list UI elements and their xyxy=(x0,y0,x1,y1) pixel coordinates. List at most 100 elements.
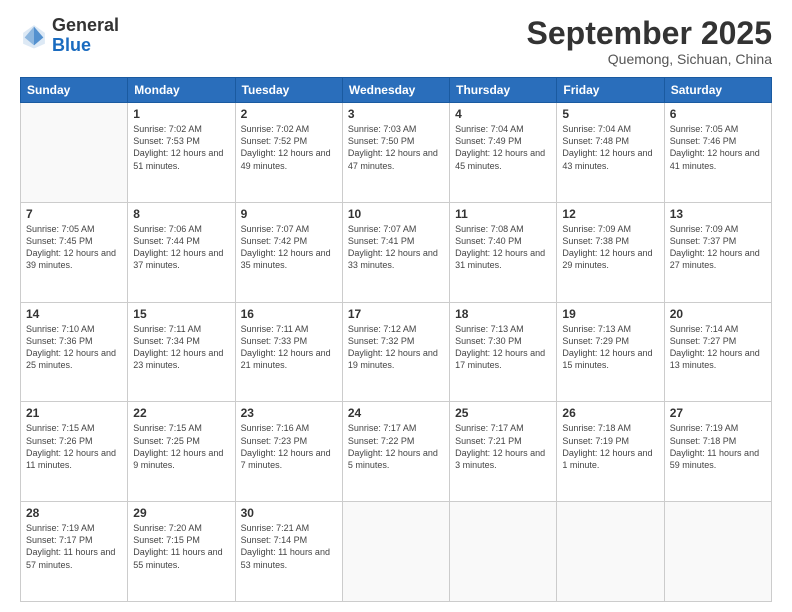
table-row: 12 Sunrise: 7:09 AMSunset: 7:38 PMDayligh… xyxy=(557,202,664,302)
day-number: 18 xyxy=(455,307,551,321)
day-info: Sunrise: 7:19 AMSunset: 7:18 PMDaylight:… xyxy=(670,422,766,471)
day-info: Sunrise: 7:03 AMSunset: 7:50 PMDaylight:… xyxy=(348,123,444,172)
day-number: 29 xyxy=(133,506,229,520)
day-info: Sunrise: 7:16 AMSunset: 7:23 PMDaylight:… xyxy=(241,422,337,471)
day-number: 2 xyxy=(241,107,337,121)
day-info: Sunrise: 7:13 AMSunset: 7:30 PMDaylight:… xyxy=(455,323,551,372)
day-number: 23 xyxy=(241,406,337,420)
table-row: 2 Sunrise: 7:02 AMSunset: 7:52 PMDaylight… xyxy=(235,103,342,203)
day-number: 1 xyxy=(133,107,229,121)
table-row: 24 Sunrise: 7:17 AMSunset: 7:22 PMDayligh… xyxy=(342,402,449,502)
calendar-week-row: 14 Sunrise: 7:10 AMSunset: 7:36 PMDayligh… xyxy=(21,302,772,402)
month-title: September 2025 xyxy=(527,16,772,51)
table-row xyxy=(557,502,664,602)
table-row: 4 Sunrise: 7:04 AMSunset: 7:49 PMDaylight… xyxy=(450,103,557,203)
header-friday: Friday xyxy=(557,78,664,103)
header-sunday: Sunday xyxy=(21,78,128,103)
weekday-header-row: Sunday Monday Tuesday Wednesday Thursday… xyxy=(21,78,772,103)
day-number: 24 xyxy=(348,406,444,420)
header-wednesday: Wednesday xyxy=(342,78,449,103)
logo-icon xyxy=(20,22,48,50)
table-row: 9 Sunrise: 7:07 AMSunset: 7:42 PMDaylight… xyxy=(235,202,342,302)
day-info: Sunrise: 7:02 AMSunset: 7:53 PMDaylight:… xyxy=(133,123,229,172)
day-number: 11 xyxy=(455,207,551,221)
day-number: 28 xyxy=(26,506,122,520)
table-row xyxy=(342,502,449,602)
table-row: 7 Sunrise: 7:05 AMSunset: 7:45 PMDaylight… xyxy=(21,202,128,302)
calendar-table: Sunday Monday Tuesday Wednesday Thursday… xyxy=(20,77,772,602)
day-info: Sunrise: 7:12 AMSunset: 7:32 PMDaylight:… xyxy=(348,323,444,372)
day-number: 12 xyxy=(562,207,658,221)
calendar-week-row: 1 Sunrise: 7:02 AMSunset: 7:53 PMDaylight… xyxy=(21,103,772,203)
header-thursday: Thursday xyxy=(450,78,557,103)
day-number: 13 xyxy=(670,207,766,221)
day-number: 9 xyxy=(241,207,337,221)
day-info: Sunrise: 7:08 AMSunset: 7:40 PMDaylight:… xyxy=(455,223,551,272)
day-info: Sunrise: 7:04 AMSunset: 7:49 PMDaylight:… xyxy=(455,123,551,172)
day-info: Sunrise: 7:15 AMSunset: 7:26 PMDaylight:… xyxy=(26,422,122,471)
day-info: Sunrise: 7:07 AMSunset: 7:42 PMDaylight:… xyxy=(241,223,337,272)
table-row: 16 Sunrise: 7:11 AMSunset: 7:33 PMDayligh… xyxy=(235,302,342,402)
day-info: Sunrise: 7:15 AMSunset: 7:25 PMDaylight:… xyxy=(133,422,229,471)
header: General Blue September 2025 Quemong, Sic… xyxy=(20,16,772,67)
table-row: 3 Sunrise: 7:03 AMSunset: 7:50 PMDaylight… xyxy=(342,103,449,203)
day-info: Sunrise: 7:14 AMSunset: 7:27 PMDaylight:… xyxy=(670,323,766,372)
day-number: 30 xyxy=(241,506,337,520)
table-row: 30Sunrise: 7:21 AMSunset: 7:14 PMDayligh… xyxy=(235,502,342,602)
table-row: 10 Sunrise: 7:07 AMSunset: 7:41 PMDayligh… xyxy=(342,202,449,302)
table-row: 29 Sunrise: 7:20 AMSunset: 7:15 PMDayligh… xyxy=(128,502,235,602)
day-info: Sunrise: 7:06 AMSunset: 7:44 PMDaylight:… xyxy=(133,223,229,272)
table-row: 27 Sunrise: 7:19 AMSunset: 7:18 PMDayligh… xyxy=(664,402,771,502)
day-number: 26 xyxy=(562,406,658,420)
day-info: Sunrise: 7:02 AMSunset: 7:52 PMDaylight:… xyxy=(241,123,337,172)
day-number: 22 xyxy=(133,406,229,420)
location-subtitle: Quemong, Sichuan, China xyxy=(527,51,772,67)
day-number: 7 xyxy=(26,207,122,221)
day-info: Sunrise: 7:17 AMSunset: 7:22 PMDaylight:… xyxy=(348,422,444,471)
day-info: Sunrise: 7:13 AMSunset: 7:29 PMDaylight:… xyxy=(562,323,658,372)
day-number: 25 xyxy=(455,406,551,420)
day-number: 10 xyxy=(348,207,444,221)
table-row: 25 Sunrise: 7:17 AMSunset: 7:21 PMDayligh… xyxy=(450,402,557,502)
day-number: 6 xyxy=(670,107,766,121)
header-tuesday: Tuesday xyxy=(235,78,342,103)
table-row: 19 Sunrise: 7:13 AMSunset: 7:29 PMDayligh… xyxy=(557,302,664,402)
table-row: 11 Sunrise: 7:08 AMSunset: 7:40 PMDayligh… xyxy=(450,202,557,302)
table-row: 8Sunrise: 7:06 AMSunset: 7:44 PMDaylight… xyxy=(128,202,235,302)
day-info: Sunrise: 7:05 AMSunset: 7:46 PMDaylight:… xyxy=(670,123,766,172)
table-row: 26 Sunrise: 7:18 AMSunset: 7:19 PMDayligh… xyxy=(557,402,664,502)
header-monday: Monday xyxy=(128,78,235,103)
table-row: 21 Sunrise: 7:15 AMSunset: 7:26 PMDayligh… xyxy=(21,402,128,502)
day-info: Sunrise: 7:11 AMSunset: 7:33 PMDaylight:… xyxy=(241,323,337,372)
day-number: 14 xyxy=(26,307,122,321)
day-info: Sunrise: 7:10 AMSunset: 7:36 PMDaylight:… xyxy=(26,323,122,372)
table-row: 13Sunrise: 7:09 AMSunset: 7:37 PMDayligh… xyxy=(664,202,771,302)
table-row: 22 Sunrise: 7:15 AMSunset: 7:25 PMDayligh… xyxy=(128,402,235,502)
day-number: 3 xyxy=(348,107,444,121)
day-number: 21 xyxy=(26,406,122,420)
logo: General Blue xyxy=(20,16,119,56)
calendar-week-row: 7 Sunrise: 7:05 AMSunset: 7:45 PMDaylight… xyxy=(21,202,772,302)
day-info: Sunrise: 7:17 AMSunset: 7:21 PMDaylight:… xyxy=(455,422,551,471)
day-number: 20 xyxy=(670,307,766,321)
day-info: Sunrise: 7:07 AMSunset: 7:41 PMDaylight:… xyxy=(348,223,444,272)
day-number: 5 xyxy=(562,107,658,121)
table-row: 18 Sunrise: 7:13 AMSunset: 7:30 PMDayligh… xyxy=(450,302,557,402)
day-info: Sunrise: 7:04 AMSunset: 7:48 PMDaylight:… xyxy=(562,123,658,172)
logo-text: General Blue xyxy=(52,16,119,56)
day-info: Sunrise: 7:20 AMSunset: 7:15 PMDaylight:… xyxy=(133,522,229,571)
calendar-week-row: 21 Sunrise: 7:15 AMSunset: 7:26 PMDayligh… xyxy=(21,402,772,502)
table-row: 23 Sunrise: 7:16 AMSunset: 7:23 PMDayligh… xyxy=(235,402,342,502)
table-row xyxy=(21,103,128,203)
day-info: Sunrise: 7:09 AMSunset: 7:38 PMDaylight:… xyxy=(562,223,658,272)
calendar-week-row: 28Sunrise: 7:19 AMSunset: 7:17 PMDayligh… xyxy=(21,502,772,602)
day-number: 27 xyxy=(670,406,766,420)
title-block: September 2025 Quemong, Sichuan, China xyxy=(527,16,772,67)
day-number: 19 xyxy=(562,307,658,321)
day-number: 4 xyxy=(455,107,551,121)
day-number: 16 xyxy=(241,307,337,321)
day-info: Sunrise: 7:05 AMSunset: 7:45 PMDaylight:… xyxy=(26,223,122,272)
table-row xyxy=(450,502,557,602)
table-row: 14 Sunrise: 7:10 AMSunset: 7:36 PMDayligh… xyxy=(21,302,128,402)
day-info: Sunrise: 7:18 AMSunset: 7:19 PMDaylight:… xyxy=(562,422,658,471)
